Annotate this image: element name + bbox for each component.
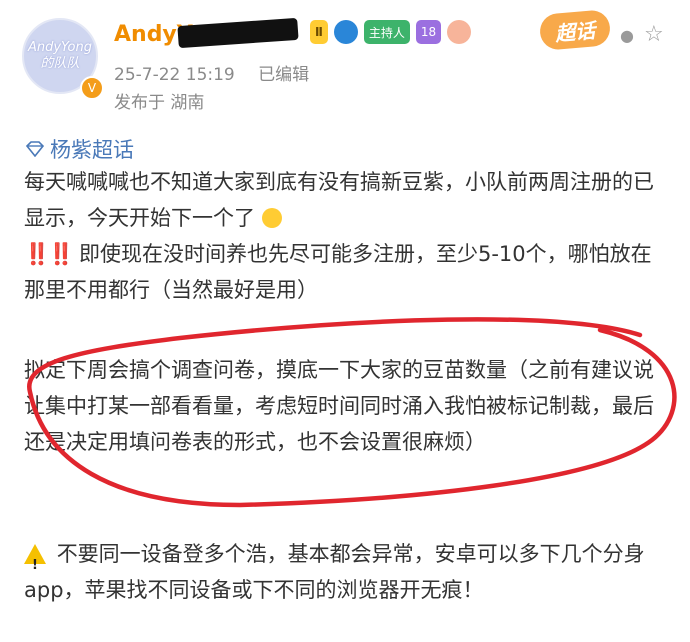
paragraph-2-text: 即使现在没时间养也先尽可能多注册，至少5-10个，哪怕放在那里不用都行（当然最好… bbox=[24, 242, 652, 302]
paragraph-1-text: 每天喊喊喊也不知道大家到底有没有搞新豆紫，小队前两周注册的已显示，今天开始下一个… bbox=[24, 170, 654, 230]
post-location: 发布于 湖南 bbox=[114, 93, 205, 113]
post-date: 25-7-22 15:19 bbox=[114, 65, 235, 85]
post-paragraph-3: 拟定下周会搞个调查问卷，摸底一下大家的豆苗数量（之前有建议说让集中打某一部看看量… bbox=[24, 358, 654, 454]
topic-link[interactable]: 杨紫超话 bbox=[24, 134, 134, 164]
favorite-star-icon[interactable]: ☆ bbox=[644, 22, 664, 47]
more-icon[interactable]: ● bbox=[620, 26, 634, 45]
member-badge[interactable]: 18 bbox=[415, 20, 442, 44]
level-badge[interactable]: Ⅱ bbox=[310, 20, 328, 44]
post-meta: 25-7-22 15:19 已编辑 bbox=[114, 60, 327, 85]
avatar[interactable]: AndyYong 的队队 V bbox=[22, 18, 104, 100]
host-badge[interactable]: 主持人 bbox=[363, 20, 410, 44]
redaction-mark bbox=[177, 17, 299, 49]
warning-icon bbox=[24, 544, 46, 584]
paragraph-4-text: 不要同一设备登多个浩，基本都会异常，安卓可以多下几个分身app，苹果找不同设备或… bbox=[24, 542, 645, 602]
face-icon[interactable] bbox=[447, 20, 472, 44]
topic-diamond-icon bbox=[25, 141, 45, 157]
avatar-line-2: 的队队 bbox=[40, 56, 80, 71]
edited-label[interactable]: 已编辑 bbox=[258, 65, 309, 85]
avatar-line-1: AndyYong bbox=[27, 40, 93, 55]
post-paragraph-4: 不要同一设备登多个浩，基本都会异常，安卓可以多下几个分身app，苹果找不同设备或… bbox=[24, 536, 672, 608]
diamond-icon[interactable] bbox=[333, 20, 358, 44]
surprised-emoji-icon bbox=[261, 208, 282, 228]
post-paragraph-1: 每天喊喊喊也不知道大家到底有没有搞新豆紫，小队前两周注册的已显示，今天开始下一个… bbox=[24, 164, 672, 236]
badge-row: Ⅱ 主持人 18 bbox=[310, 20, 472, 44]
post-paragraph-2: ‼️‼️ 即使现在没时间养也先尽可能多注册，至少5-10个，哪怕放在那里不用都行… bbox=[24, 236, 672, 308]
double-exclamation-icon: ‼️‼️ bbox=[24, 242, 74, 266]
verified-icon: V bbox=[80, 76, 104, 100]
super-topic-badge[interactable]: 超话 bbox=[538, 9, 612, 51]
topic-label: 杨紫超话 bbox=[50, 138, 134, 162]
